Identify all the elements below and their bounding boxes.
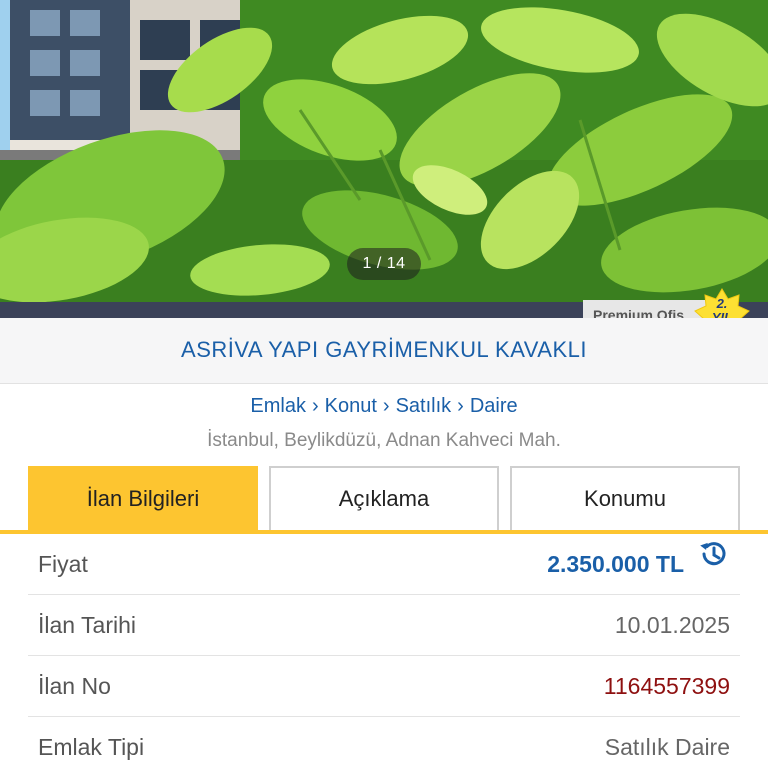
photo-counter: 1 / 14 (347, 248, 421, 280)
type-label: Emlak Tipi (38, 734, 145, 760)
price-history-icon[interactable] (696, 533, 730, 594)
breadcrumb-separator: › (457, 395, 464, 417)
listing-details: Fiyat 2.350.000 TL İlan Tarihi 10.01.202… (28, 534, 740, 768)
date-label: İlan Tarihi (38, 612, 137, 638)
price-value-wrap: 2.350.000 TL (547, 534, 730, 595)
breadcrumb-item-satilik[interactable]: Satılık (396, 395, 452, 417)
date-value: 10.01.2025 (614, 612, 730, 638)
breadcrumb-item-konut[interactable]: Konut (325, 395, 377, 417)
years-number: 2. (716, 296, 728, 311)
detail-row-type: Emlak Tipi Satılık Daire (28, 717, 740, 768)
tab-konumu[interactable]: Konumu (510, 466, 740, 530)
listing-location: İstanbul, Beylikdüzü, Adnan Kahveci Mah. (207, 430, 561, 451)
breadcrumb-item-daire[interactable]: Daire (470, 395, 518, 417)
listing-no-value[interactable]: 1164557399 (604, 656, 730, 717)
detail-row-price: Fiyat 2.350.000 TL (28, 534, 740, 595)
tab-ilan-bilgileri[interactable]: İlan Bilgileri (28, 466, 258, 530)
breadcrumb: Emlak › Konut › Satılık › Daire (0, 392, 768, 420)
breadcrumb-separator: › (382, 395, 390, 417)
detail-row-date: İlan Tarihi 10.01.2025 (28, 595, 740, 656)
detail-tabs: İlan Bilgileri Açıklama Konumu (0, 464, 768, 534)
detail-row-listing-no: İlan No 1164557399 (28, 656, 740, 717)
breadcrumb-item-emlak[interactable]: Emlak (250, 395, 306, 417)
type-value: Satılık Daire (604, 734, 730, 760)
price-value: 2.350.000 TL (547, 551, 684, 577)
office-name-link[interactable]: ASRİVA YAPI GAYRİMENKUL KAVAKLI (0, 318, 768, 384)
listing-no-label: İlan No (38, 673, 111, 699)
price-label: Fiyat (38, 551, 88, 577)
tab-aciklama[interactable]: Açıklama (269, 466, 499, 530)
breadcrumb-separator: › (311, 395, 319, 417)
listing-photo[interactable]: 1 / 14 (0, 0, 768, 302)
